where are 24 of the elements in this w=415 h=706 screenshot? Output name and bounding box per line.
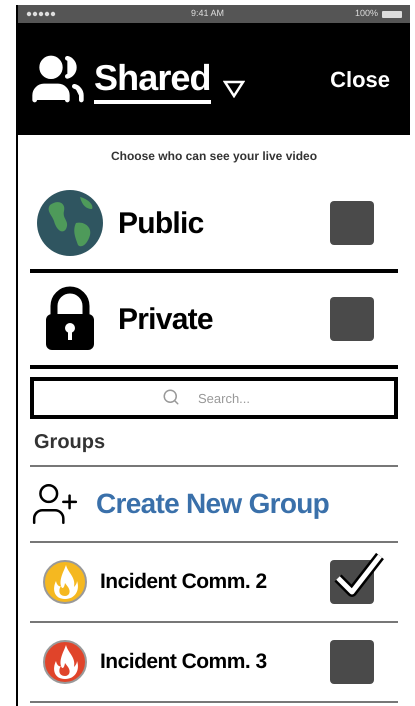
group-label: Incident Comm. 3	[100, 649, 267, 676]
battery-icon	[382, 10, 402, 18]
create-group-link[interactable]: Create New Group	[96, 483, 330, 525]
search-field[interactable]: Search...	[30, 377, 398, 419]
checkbox[interactable]	[330, 640, 374, 684]
status-time: 9:41 AM	[190, 7, 224, 20]
group-row[interactable]: Incident Comm. 2	[30, 543, 398, 623]
audience-dropdown[interactable]: Shared	[94, 54, 211, 104]
option-label: Public	[118, 206, 204, 242]
dropdown-caret-icon[interactable]	[222, 80, 245, 98]
group-label: Incident Comm. 2	[100, 569, 267, 596]
audience-option[interactable]: Public	[30, 177, 398, 273]
globe-icon	[36, 189, 104, 257]
group-row[interactable]: Incident Comm. 3	[30, 623, 398, 703]
subtitle: Choose who can see your live video	[110, 148, 318, 165]
section-heading: Groups	[34, 430, 106, 455]
checkbox[interactable]	[330, 201, 374, 245]
option-label: Private	[118, 302, 213, 338]
search-icon	[162, 388, 180, 406]
audience-option[interactable]: Private	[30, 273, 398, 369]
checkbox[interactable]	[330, 297, 374, 341]
create-group-row[interactable]: Create New Group	[30, 465, 398, 543]
battery-percent: 100%	[354, 7, 378, 20]
close-button[interactable]: Close	[330, 62, 390, 96]
